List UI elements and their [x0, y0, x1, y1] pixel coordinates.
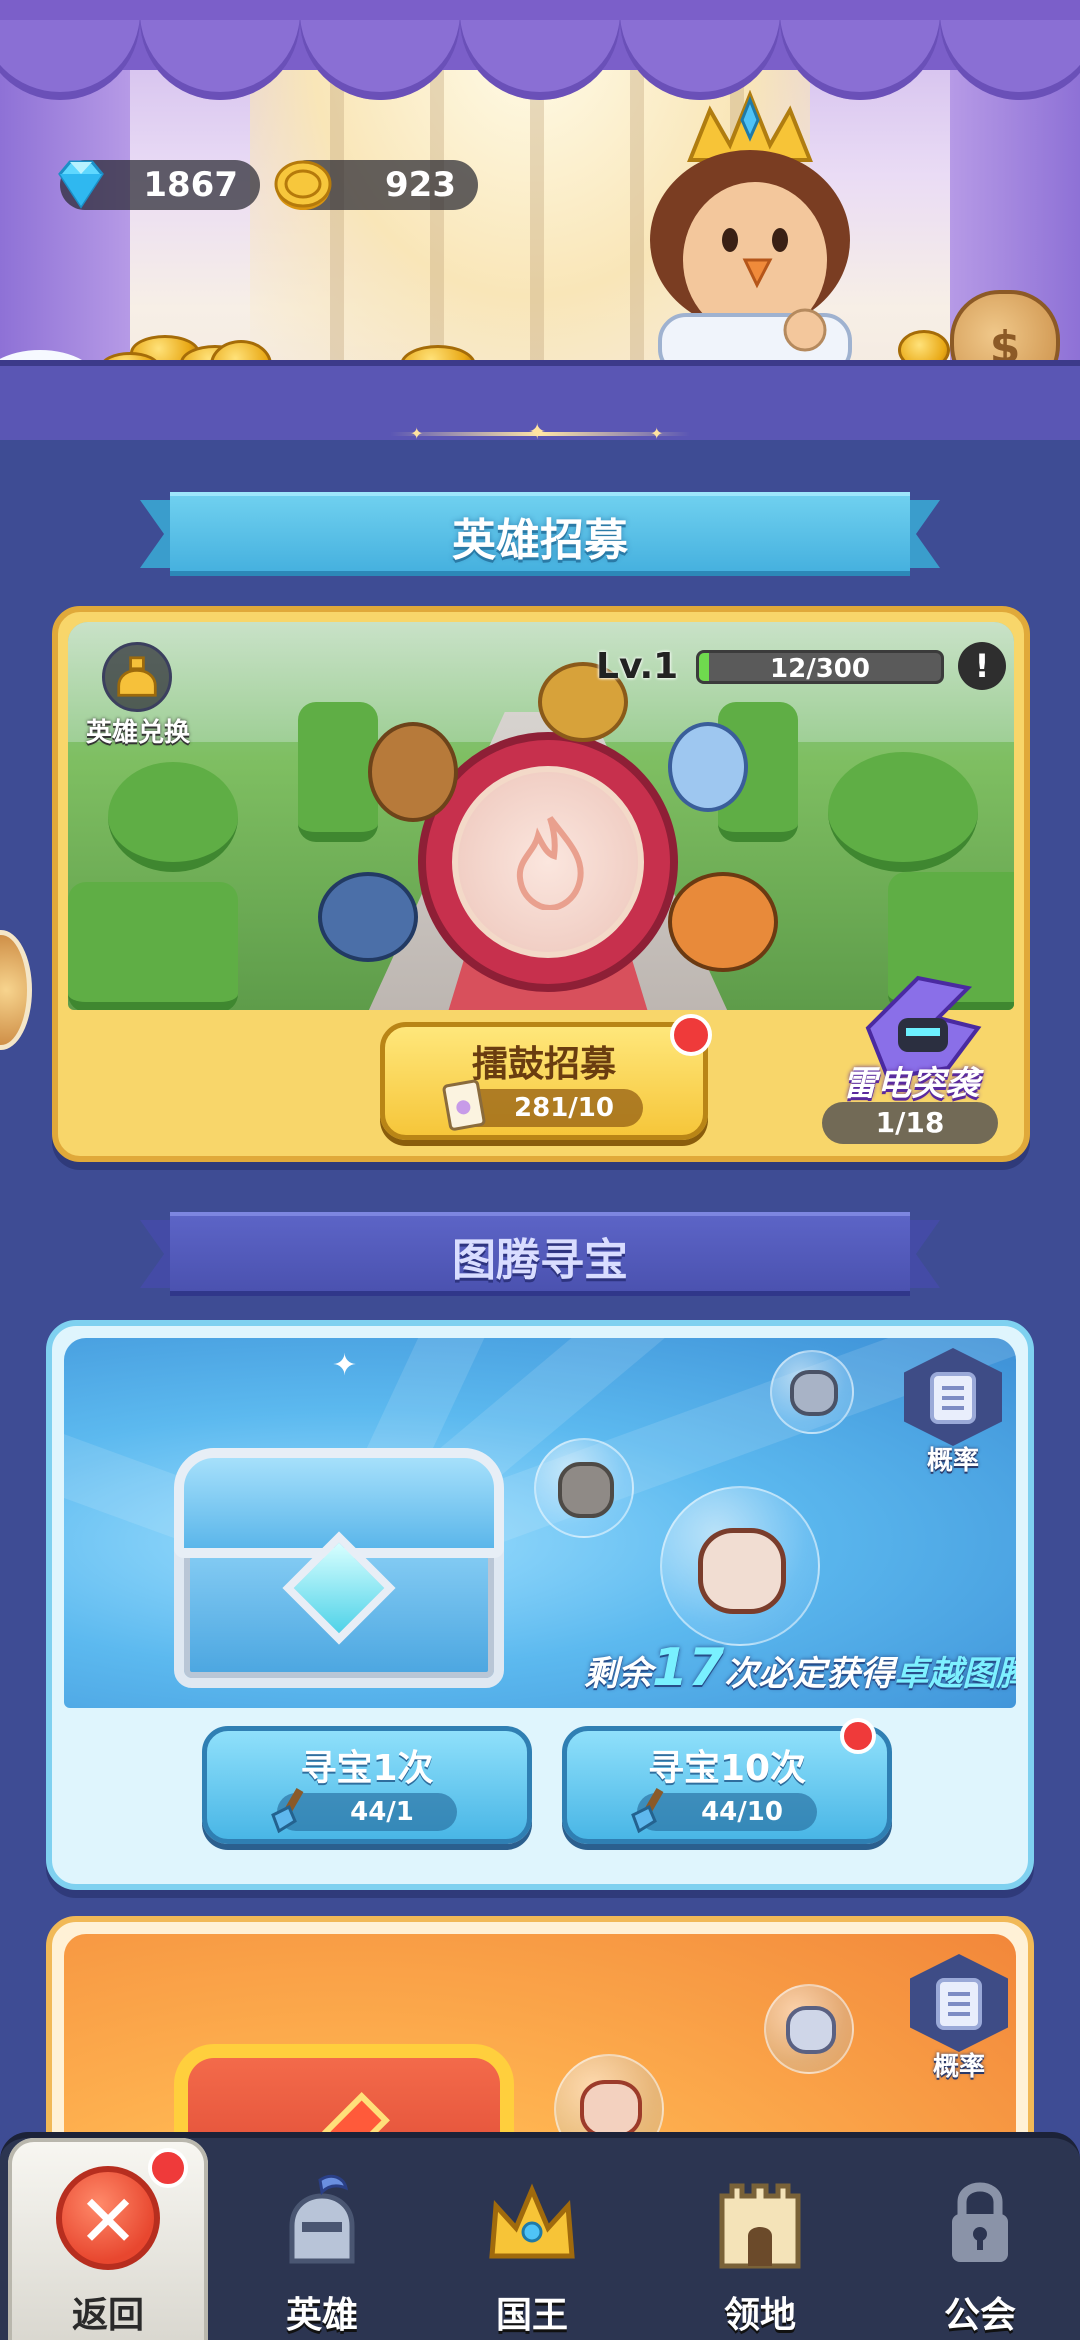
tiger-icon — [790, 1370, 838, 1416]
hero-recruit-card: 英雄兑换 Lv.1 12/300 ! 擂鼓招募 281/10 雷电突袭 1/18 — [52, 606, 1030, 1162]
nav-guild[interactable]: 公会 — [880, 2138, 1080, 2340]
drum-recruit-label: 擂鼓招募 — [471, 1044, 616, 1085]
seek-ten-cost: 44/10 — [631, 1787, 817, 1834]
notification-dot — [840, 1718, 876, 1754]
close-icon: ✕ — [56, 2166, 160, 2270]
notification-dot — [670, 1014, 712, 1056]
crown-icon — [489, 2183, 575, 2259]
nav-heroes-label: 英雄 — [285, 2295, 358, 2336]
document-icon — [936, 1978, 982, 2030]
bull-skull-totem — [660, 1486, 820, 1646]
guarantee-count: 17 — [652, 1638, 725, 1698]
section-title: 图腾寻宝 — [452, 1235, 628, 1286]
probability-label: 概率 — [926, 1446, 979, 1476]
nav-heroes[interactable]: 英雄 — [222, 2138, 422, 2340]
flame-emblem-icon — [516, 816, 584, 910]
seek-once-button[interactable]: 寻宝1次 44/1 — [202, 1726, 532, 1844]
document-icon — [930, 1372, 976, 1424]
totem-treasure-card: ✦ 概率 剩余17次必定获得卓越图腾 寻宝1次 — [46, 1320, 1034, 1890]
bull-skull-icon — [698, 1528, 786, 1614]
scroll-icon — [442, 1079, 486, 1131]
lock-icon — [952, 2182, 1008, 2262]
nav-king[interactable]: 国王 — [432, 2138, 632, 2340]
fisher-hero — [318, 872, 418, 962]
gem-amount: 1867 — [143, 165, 238, 205]
bear-hero — [368, 722, 458, 822]
side-event-badge[interactable] — [0, 930, 32, 1050]
probability-label: 概率 — [932, 2052, 985, 2082]
cat-mask-icon — [580, 2080, 642, 2138]
nav-king-label: 国王 — [495, 2295, 568, 2336]
guarantee-reward: 卓越图腾 — [894, 1654, 1016, 1694]
nav-territory[interactable]: 领地 — [660, 2138, 860, 2340]
silver-treasure-chest — [174, 1448, 504, 1688]
nav-guild-label: 公会 — [943, 2295, 1016, 2336]
hero-recruit-header: 英雄招募 — [140, 492, 940, 576]
section-title: 英雄招募 — [452, 515, 628, 566]
nav-territory-label: 领地 — [723, 2295, 796, 2336]
hero-exchange-label: 英雄兑换 — [85, 718, 190, 748]
shovel-icon — [631, 1787, 664, 1834]
notification-dot — [148, 2148, 188, 2188]
diamond-icon — [58, 160, 104, 209]
helmet-icon — [102, 642, 172, 712]
drum-recruit-button[interactable]: 擂鼓招募 281/10 — [380, 1022, 708, 1140]
totem-scene: ✦ 概率 剩余17次必定获得卓越图腾 — [64, 1338, 1016, 1708]
knight-helmet-icon — [289, 2174, 355, 2264]
totem-probability-button[interactable]: 概率 — [898, 1348, 1008, 1478]
guarantee-text: 剩余17次必定获得卓越图腾 — [584, 1638, 1016, 1698]
king-character — [650, 90, 852, 370]
castle-icon — [719, 2183, 801, 2269]
shovel-icon — [271, 1787, 304, 1834]
bottom-navigation: ✕ 返回 英雄 国王 领地 公会 — [0, 2132, 1080, 2340]
xp-text: 12/300 — [770, 654, 870, 684]
recruit-scene: 英雄兑换 Lv.1 12/300 ! — [68, 622, 1014, 1010]
info-alert-button[interactable]: ! — [958, 642, 1006, 690]
gold-amount: 923 — [385, 165, 456, 205]
gem-counter[interactable]: 1867 — [58, 160, 260, 210]
seek-ten-label: 寻宝10次 — [647, 1748, 807, 1789]
seek-once-cost: 44/1 — [271, 1787, 457, 1834]
raccoon-hero — [668, 872, 778, 972]
totem-treasure-header: 图腾寻宝 — [140, 1212, 940, 1296]
ice-hero — [668, 722, 748, 812]
owl-totem — [534, 1438, 634, 1538]
lion-totem — [764, 1984, 854, 2074]
throne-room-banner: $ ✦ ✦ ✦ — [0, 0, 1080, 440]
gold-counter[interactable]: 923 — [274, 160, 478, 210]
featured-hero-label: 雷电突袭 — [843, 1064, 979, 1104]
seek-once-label: 寻宝1次 — [300, 1748, 434, 1789]
recruit-level: Lv.1 — [596, 646, 679, 687]
recruit-xp-bar: 12/300 — [696, 650, 944, 684]
drum-recruit-cost: 281/10 — [442, 1079, 643, 1131]
coin-icon — [274, 160, 332, 210]
tiger-totem — [770, 1350, 854, 1434]
gold-probability-button[interactable]: 概率 — [904, 1954, 1014, 2084]
nav-back-label: 返回 — [71, 2295, 144, 2336]
nav-back[interactable]: ✕ 返回 — [8, 2138, 208, 2340]
featured-hero-count: 1/18 — [822, 1102, 998, 1144]
owl-icon — [558, 1462, 614, 1518]
lion-icon — [786, 2006, 836, 2054]
hero-exchange-button[interactable]: 英雄兑换 — [78, 642, 198, 752]
